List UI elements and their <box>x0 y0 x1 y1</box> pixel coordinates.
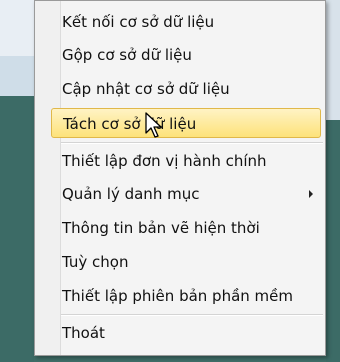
menu-item-software-version[interactable]: Thiết lập phiên bản phần mềm <box>61 281 323 311</box>
menu-item-label: Cập nhật cơ sở dữ liệu <box>62 80 230 98</box>
menu-separator <box>61 142 323 144</box>
menu-item-label: Thiết lập phiên bản phần mềm <box>62 287 293 305</box>
menu-item-manage-categories[interactable]: Quản lý danh mục <box>61 179 323 209</box>
menu-item-label: Thoát <box>62 324 105 342</box>
menu-item-label: Tuỳ chọn <box>62 253 129 271</box>
background-desktop <box>0 96 34 362</box>
menu-item-label: Kết nối cơ sở dữ liệu <box>62 13 215 31</box>
menu-item-label: Gộp cơ sở dữ liệu <box>62 46 192 64</box>
menu-item-split-database[interactable]: Tách cơ sở dữ liệu <box>51 108 321 138</box>
menu-item-label: Quản lý danh mục <box>62 185 200 203</box>
menu-item-options[interactable]: Tuỳ chọn <box>61 247 323 277</box>
context-menu: Kết nối cơ sở dữ liệu Gộp cơ sở dữ liệu … <box>34 0 326 356</box>
mouse-pointer-icon <box>145 112 162 138</box>
menu-item-label: Thông tin bản vẽ hiện thời <box>62 219 260 237</box>
menu-icon-gutter <box>35 1 61 355</box>
menu-item-admin-units[interactable]: Thiết lập đơn vị hành chính <box>61 146 323 176</box>
menu-item-current-drawing-info[interactable]: Thông tin bản vẽ hiện thời <box>61 213 323 243</box>
background-toolbar <box>0 56 36 96</box>
background-desktop-right <box>326 120 340 362</box>
menu-item-label: Thiết lập đơn vị hành chính <box>62 152 267 170</box>
submenu-arrow-icon <box>309 190 313 198</box>
menu-item-exit[interactable]: Thoát <box>61 318 323 348</box>
menu-item-label: Tách cơ sở dữ liệu <box>63 115 197 133</box>
menu-separator <box>61 314 323 316</box>
menu-item-connect-database[interactable]: Kết nối cơ sở dữ liệu <box>61 7 323 37</box>
menu-item-update-database[interactable]: Cập nhật cơ sở dữ liệu <box>61 74 323 104</box>
menu-item-merge-database[interactable]: Gộp cơ sở dữ liệu <box>61 40 323 70</box>
